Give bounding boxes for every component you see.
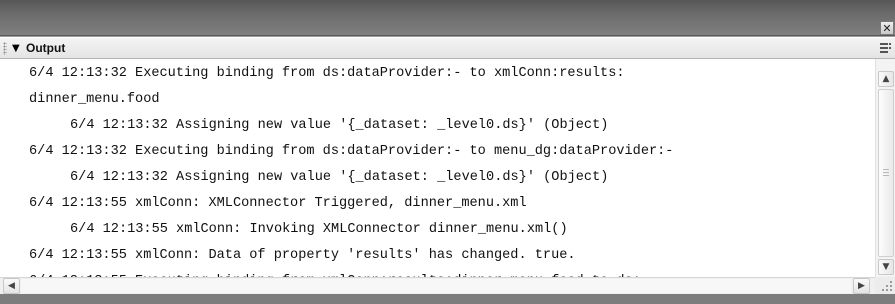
output-line: dinner_menu.food	[29, 92, 160, 107]
horizontal-scrollbar[interactable]: ◀ ▶	[0, 277, 875, 294]
vertical-scrollbar[interactable]: ▲ ▼	[875, 59, 895, 277]
resize-grip-icon[interactable]	[875, 277, 895, 294]
options-menu-icon[interactable]	[879, 42, 893, 55]
panel-title[interactable]: Output	[26, 41, 65, 56]
chevron-up-icon: ▲	[882, 74, 890, 84]
close-button[interactable]: ✕	[880, 21, 894, 35]
output-text-area[interactable]: 6/4 12:13:32 Executing binding from ds:d…	[18, 59, 875, 277]
output-line: 6/4 12:13:32 Assigning new value '{_data…	[70, 118, 609, 133]
chevron-right-icon: ▶	[858, 281, 865, 291]
panel-bottom-edge	[0, 294, 895, 304]
chevron-left-icon: ◀	[8, 281, 15, 291]
output-line: 6/4 12:13:55 xmlConn: Data of property '…	[29, 248, 576, 263]
scroll-up-button[interactable]: ▲	[878, 71, 894, 87]
output-panel-window: ✕ ▼ Output 6/4 12:13:32 Executing bindin…	[0, 0, 895, 304]
scroll-right-button[interactable]: ▶	[853, 278, 870, 294]
scroll-thumb-grip	[883, 169, 889, 177]
scroll-down-button[interactable]: ▼	[878, 259, 894, 275]
output-line: 6/4 12:13:32 Assigning new value '{_data…	[70, 170, 609, 185]
output-line: 6/4 12:13:32 Executing binding from ds:d…	[29, 144, 674, 159]
triangle-down-icon[interactable]: ▼	[12, 42, 20, 55]
horizontal-scroll-track[interactable]	[21, 279, 851, 293]
output-line: 6/4 12:13:55 xmlConn: XMLConnector Trigg…	[29, 196, 527, 211]
scroll-left-button[interactable]: ◀	[3, 278, 20, 294]
vertical-scroll-thumb[interactable]	[878, 89, 894, 257]
gripper-icon[interactable]	[3, 42, 7, 55]
output-line: 6/4 12:13:32 Executing binding from ds:d…	[29, 66, 625, 81]
close-icon: ✕	[882, 21, 892, 35]
panel-title-bar[interactable]: ✕	[0, 0, 895, 36]
panel-header[interactable]: ▼ Output	[0, 37, 895, 59]
chevron-down-icon: ▼	[882, 262, 890, 272]
output-line: 6/4 12:13:55 xmlConn: Invoking XMLConnec…	[70, 222, 568, 237]
output-gutter	[0, 59, 18, 277]
